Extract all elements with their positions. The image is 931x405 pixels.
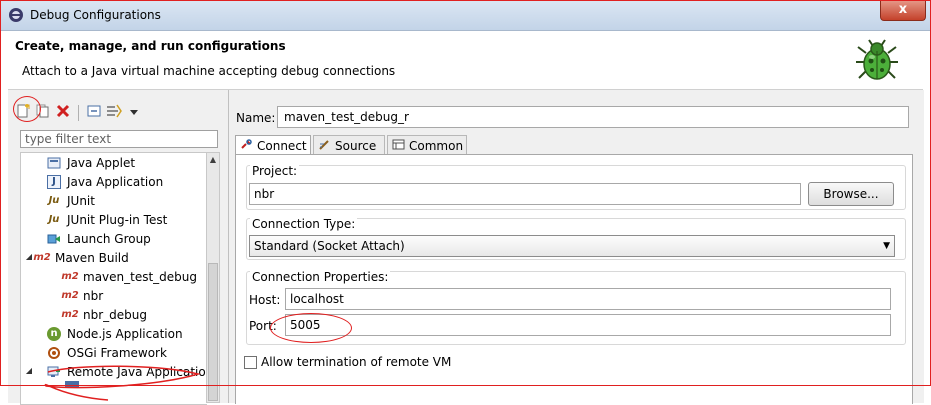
chevron-down-icon: ▼ <box>883 241 890 251</box>
maven-icon: m2 <box>61 271 79 282</box>
scrollbar-thumb[interactable] <box>208 263 218 401</box>
tree-item-maven-test-debug[interactable]: m2 maven_test_debug <box>61 267 198 286</box>
tree-item-label: Remote Java Application <box>67 364 207 379</box>
filter-input[interactable]: type filter text <box>20 130 218 148</box>
browse-button[interactable]: Browse... <box>808 182 894 206</box>
tree-item-label: Node.js Application <box>67 326 183 341</box>
delete-button[interactable] <box>54 104 72 122</box>
filter-icon <box>106 104 122 122</box>
tree-item-launch-group[interactable]: Launch Group <box>47 229 151 248</box>
maven-icon: m2 <box>61 290 79 301</box>
port-input[interactable]: 5005 <box>285 314 891 336</box>
connection-properties-label: Connection Properties: <box>250 270 391 284</box>
junit-plugin-icon: Ju <box>48 214 60 225</box>
tree-item-label: nbr <box>83 288 104 303</box>
port-label: Port: <box>249 319 277 333</box>
tree-item-nbr[interactable]: m2 nbr <box>61 286 104 305</box>
name-label: Name: <box>236 111 276 125</box>
name-input[interactable]: maven_test_debug_r <box>277 106 909 128</box>
maven-icon: m2 <box>61 309 79 320</box>
delete-icon <box>56 104 70 122</box>
close-button[interactable]: x <box>880 0 926 21</box>
remote-java-icon <box>47 365 61 379</box>
tree-item-junit-plugin-test[interactable]: Ju JUnit Plug-in Test <box>47 210 168 229</box>
collapse-all-icon <box>87 104 101 122</box>
view-menu-icon <box>129 106 139 121</box>
eclipse-app-icon <box>8 7 24 23</box>
tab-label: Connect <box>257 138 307 153</box>
new-launch-configuration-button[interactable] <box>14 104 32 122</box>
connection-type-select[interactable]: Standard (Socket Attach) ▼ <box>249 235 895 257</box>
tab-connect[interactable]: Connect <box>235 135 311 155</box>
configuration-editor-pane: Name: maven_test_debug_r Connect Source … <box>228 90 924 404</box>
tree-item-nbr-debug[interactable]: m2 nbr_debug <box>61 305 147 324</box>
nodejs-icon: n <box>47 326 61 341</box>
connect-tab-panel: Project: nbr Browse... Connection Type: … <box>235 154 913 404</box>
partial-tree-item <box>65 381 79 387</box>
filter-button[interactable] <box>105 104 123 122</box>
collapse-all-button[interactable] <box>85 104 103 122</box>
junit-icon: Ju <box>48 195 60 206</box>
launch-group-icon <box>47 232 61 246</box>
tree-item-maven-build[interactable]: m2 Maven Build <box>33 248 129 267</box>
connection-type-group: Connection Type: Standard (Socket Attach… <box>246 217 906 260</box>
duplicate-button[interactable] <box>34 104 52 122</box>
host-input[interactable]: localhost <box>285 288 891 310</box>
tree-item-junit[interactable]: Ju JUnit <box>47 191 95 210</box>
title-bar: Debug Configurations x <box>0 0 931 31</box>
configuration-tree: Java Applet J Java Application Ju JUnit … <box>20 152 207 405</box>
tab-label: Source <box>335 138 377 153</box>
tree-item-osgi-framework[interactable]: OSGi Framework <box>47 343 167 362</box>
expand-caret-icon[interactable]: ◢ <box>24 366 34 375</box>
allow-termination-checkbox[interactable] <box>244 355 257 369</box>
tree-item-remote-java-application[interactable]: Remote Java Application <box>47 362 207 381</box>
tab-label: Common <box>409 138 464 153</box>
tree-item-label: Maven Build <box>55 250 129 265</box>
dialog-body: type filter text Java Applet J Java Appl… <box>8 90 924 405</box>
configuration-list-pane: type filter text Java Applet J Java Appl… <box>8 90 222 405</box>
debug-bug-icon <box>854 37 900 83</box>
host-label: Host: <box>249 293 281 307</box>
tree-item-label: Launch Group <box>67 231 151 246</box>
tree-item-label: OSGi Framework <box>67 345 167 360</box>
tree-item-java-applet[interactable]: Java Applet <box>47 153 135 172</box>
view-menu-button[interactable] <box>125 104 143 122</box>
duplicate-icon <box>36 104 50 122</box>
project-group: Project: nbr Browse... <box>246 164 906 210</box>
source-icon <box>318 138 331 154</box>
connection-properties-group: Connection Properties: Host: localhost P… <box>246 270 906 345</box>
dialog-title: Create, manage, and run configurations <box>15 39 286 53</box>
java-application-icon: J <box>47 174 61 189</box>
tab-common[interactable]: Common <box>387 135 467 155</box>
project-input[interactable]: nbr <box>249 183 801 205</box>
java-applet-icon <box>47 156 61 170</box>
tree-item-java-application[interactable]: J Java Application <box>47 172 163 191</box>
tree-scrollbar[interactable]: ▲ <box>206 152 220 403</box>
tree-item-label: JUnit <box>67 193 95 208</box>
tree-item-label: JUnit Plug-in Test <box>67 212 168 227</box>
dialog-description: Attach to a Java virtual machine accepti… <box>22 64 396 78</box>
tree-item-label: maven_test_debug <box>83 269 198 284</box>
connection-type-value: Standard (Socket Attach) <box>254 239 405 253</box>
connect-icon <box>240 138 253 154</box>
scroll-up-icon[interactable]: ▲ <box>207 155 219 164</box>
tree-item-label: Java Application <box>67 174 164 189</box>
tab-source[interactable]: Source <box>313 135 385 155</box>
common-icon <box>392 138 405 154</box>
tree-item-label: nbr_debug <box>83 307 147 322</box>
tree-item-nodejs-application[interactable]: n Node.js Application <box>47 324 183 343</box>
connection-type-label: Connection Type: <box>250 217 358 231</box>
osgi-icon <box>47 346 61 360</box>
project-group-label: Project: <box>250 164 300 178</box>
allow-termination-row[interactable]: Allow termination of remote VM <box>244 355 451 369</box>
tree-item-label: Java Applet <box>67 155 136 170</box>
toolbar-separator <box>78 105 79 121</box>
dialog-header: Create, manage, and run configurations A… <box>8 31 923 90</box>
launch-toolbar <box>14 103 143 123</box>
allow-termination-label: Allow termination of remote VM <box>261 355 452 369</box>
window-title: Debug Configurations <box>30 8 161 22</box>
new-launch-configuration-icon <box>16 104 30 122</box>
maven-icon: m2 <box>33 252 51 263</box>
